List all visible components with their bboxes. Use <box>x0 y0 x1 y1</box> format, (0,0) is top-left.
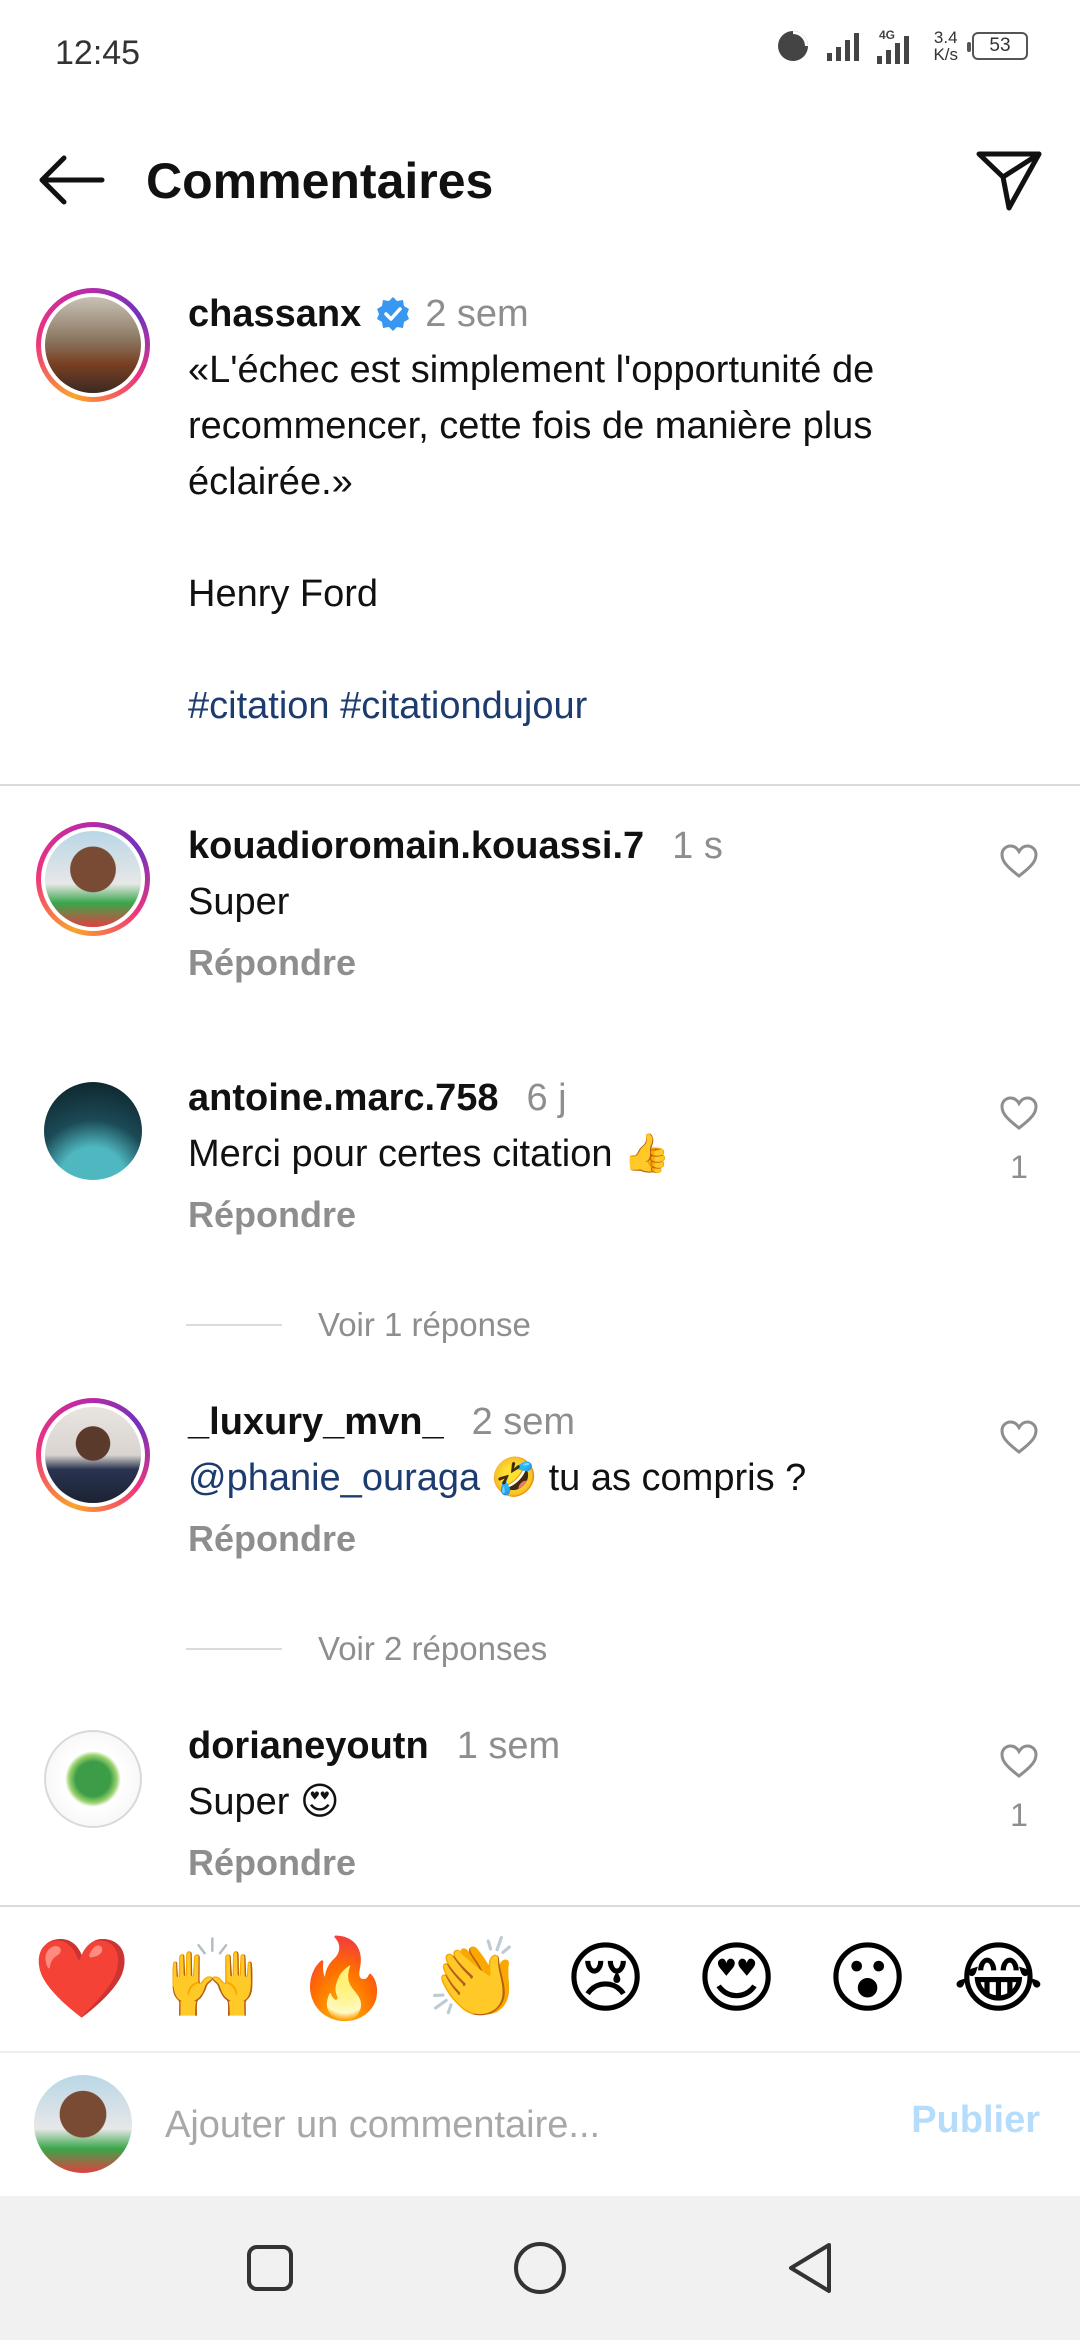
recents-button[interactable] <box>240 2238 300 2298</box>
comment-text: @phanie_ouraga 🤣 tu as compris ? <box>188 1457 807 1499</box>
caption-line: Henry Ford <box>188 573 379 615</box>
mention-link[interactable]: @phanie_ouraga <box>188 1457 480 1499</box>
comment-body: kouadioromain.kouassi.7 1 s Super Répond… <box>188 822 948 984</box>
share-button[interactable] <box>972 144 1046 218</box>
quick-reaction-bar: ❤️ 🙌 🔥 👏 😢 😍 😮 😂 <box>0 1905 1080 2051</box>
rofl-emoji: 🤣 <box>490 1457 539 1499</box>
comment-username[interactable]: _luxury_mvn_ <box>188 1401 444 1444</box>
avatar[interactable] <box>36 1074 150 1188</box>
comment-composer: Publier <box>0 2051 1080 2196</box>
comment-body: antoine.marc.758 6 j Merci pour certes c… <box>188 1074 948 1236</box>
net-speed: 3.4 K/s <box>933 28 958 64</box>
arrow-left-icon <box>39 155 105 205</box>
comment-text: Super <box>188 881 290 923</box>
view-replies-button[interactable]: Voir 1 réponse <box>186 1300 886 1350</box>
paper-plane-icon <box>976 151 1042 211</box>
comment-time: 1 s <box>672 824 723 867</box>
back-button[interactable] <box>34 148 108 212</box>
caption-text: «L'échec est simplement l'opportunité de… <box>188 342 1038 734</box>
heart-outline-icon <box>1000 1744 1038 1778</box>
divider <box>0 784 1080 786</box>
reaction-surprised[interactable]: 😮 <box>818 1929 918 2029</box>
avatar[interactable] <box>36 822 150 936</box>
comment-input[interactable] <box>165 2093 805 2157</box>
comment-username[interactable]: kouadioromain.kouassi.7 <box>188 825 644 868</box>
data-saver-icon <box>778 31 809 61</box>
reply-button[interactable]: Répondre <box>188 942 948 984</box>
like-button[interactable] <box>990 1420 1048 1459</box>
caption-line: «L'échec est simplement l'opportunité de… <box>188 349 875 503</box>
reaction-fire[interactable]: 🔥 <box>294 1929 394 2029</box>
status-time: 12:45 <box>55 34 141 72</box>
comment-body: dorianeyoutn 1 sem Super 😍 Répondre <box>188 1722 948 1884</box>
thumbs-up-emoji: 👍 <box>623 1133 671 1175</box>
view-replies-label: Voir 2 réponses <box>318 1630 548 1667</box>
avatar[interactable] <box>36 1398 150 1512</box>
comment-username[interactable]: dorianeyoutn <box>188 1725 429 1768</box>
battery-indicator: 53 <box>967 32 1028 60</box>
caption-hashtags[interactable]: #citation #citationdujour <box>188 678 1038 734</box>
avatar[interactable] <box>36 1722 150 1836</box>
current-user-avatar <box>34 2075 132 2173</box>
caption-line <box>188 510 1038 566</box>
comment-text: Merci pour certes citation 👍 <box>188 1133 671 1175</box>
page-title: Commentaires <box>146 153 494 209</box>
home-button[interactable] <box>510 2238 570 2298</box>
avatar[interactable] <box>36 288 150 402</box>
svg-text:4G: 4G <box>879 28 895 42</box>
view-replies-label: Voir 1 réponse <box>318 1306 531 1343</box>
reply-button[interactable]: Répondre <box>188 1194 948 1236</box>
comment-time: 1 sem <box>456 1724 561 1767</box>
like-count: 1 <box>1010 1149 1028 1185</box>
triangle-back-icon <box>789 2243 831 2293</box>
comment-body: _luxury_mvn_ 2 sem @phanie_ouraga 🤣 tu a… <box>188 1398 948 1560</box>
system-nav-bar <box>0 2196 1080 2340</box>
status-bar: 12:45 4G 3.4 K/s 53 <box>0 0 1080 110</box>
like-button[interactable]: 1 <box>990 1096 1048 1186</box>
comment-time: 2 sem <box>471 1400 576 1443</box>
caption-username[interactable]: chassanx <box>188 293 361 336</box>
signal-icon <box>827 33 860 61</box>
like-count: 1 <box>1010 1797 1028 1833</box>
heart-outline-icon <box>1000 844 1038 878</box>
heart-eyes-emoji: 😍 <box>299 1781 340 1823</box>
comment-username[interactable]: antoine.marc.758 <box>188 1077 498 1120</box>
reaction-raising-hands[interactable]: 🙌 <box>163 1929 263 2029</box>
caption-header: chassanx 2 sem <box>188 290 1038 338</box>
caption-body: chassanx 2 sem «L'échec est simplement l… <box>188 290 1038 734</box>
post-caption: chassanx 2 sem «L'échec est simplement l… <box>0 280 1080 785</box>
comment-time: 6 j <box>526 1076 567 1119</box>
reaction-heart[interactable]: ❤️ <box>32 1929 132 2029</box>
caption-line <box>188 622 1038 678</box>
like-button[interactable] <box>990 844 1048 883</box>
comment-text: Super 😍 <box>188 1781 340 1823</box>
header: Commentaires <box>0 130 1080 230</box>
reply-button[interactable]: Répondre <box>188 1842 948 1884</box>
heart-outline-icon <box>1000 1096 1038 1130</box>
reaction-clapping[interactable]: 👏 <box>425 1929 525 2029</box>
back-nav-button[interactable] <box>780 2238 840 2298</box>
view-replies-button[interactable]: Voir 2 réponses <box>186 1624 886 1674</box>
circle-icon <box>514 2242 566 2294</box>
reaction-crying[interactable]: 😢 <box>556 1929 656 2029</box>
reply-button[interactable]: Répondre <box>188 1518 948 1560</box>
heart-outline-icon <box>1000 1420 1038 1454</box>
publish-button[interactable]: Publier <box>911 2099 1040 2142</box>
reaction-laughing[interactable]: 😂 <box>949 1929 1049 2029</box>
square-icon <box>247 2245 293 2291</box>
like-button[interactable]: 1 <box>990 1744 1048 1834</box>
caption-time: 2 sem <box>425 292 529 335</box>
verified-badge-icon <box>377 297 410 331</box>
status-icons: 4G 3.4 K/s 53 <box>775 28 1028 64</box>
reaction-heart-eyes[interactable]: 😍 <box>687 1929 787 2029</box>
signal-4g-icon: 4G <box>877 28 910 64</box>
